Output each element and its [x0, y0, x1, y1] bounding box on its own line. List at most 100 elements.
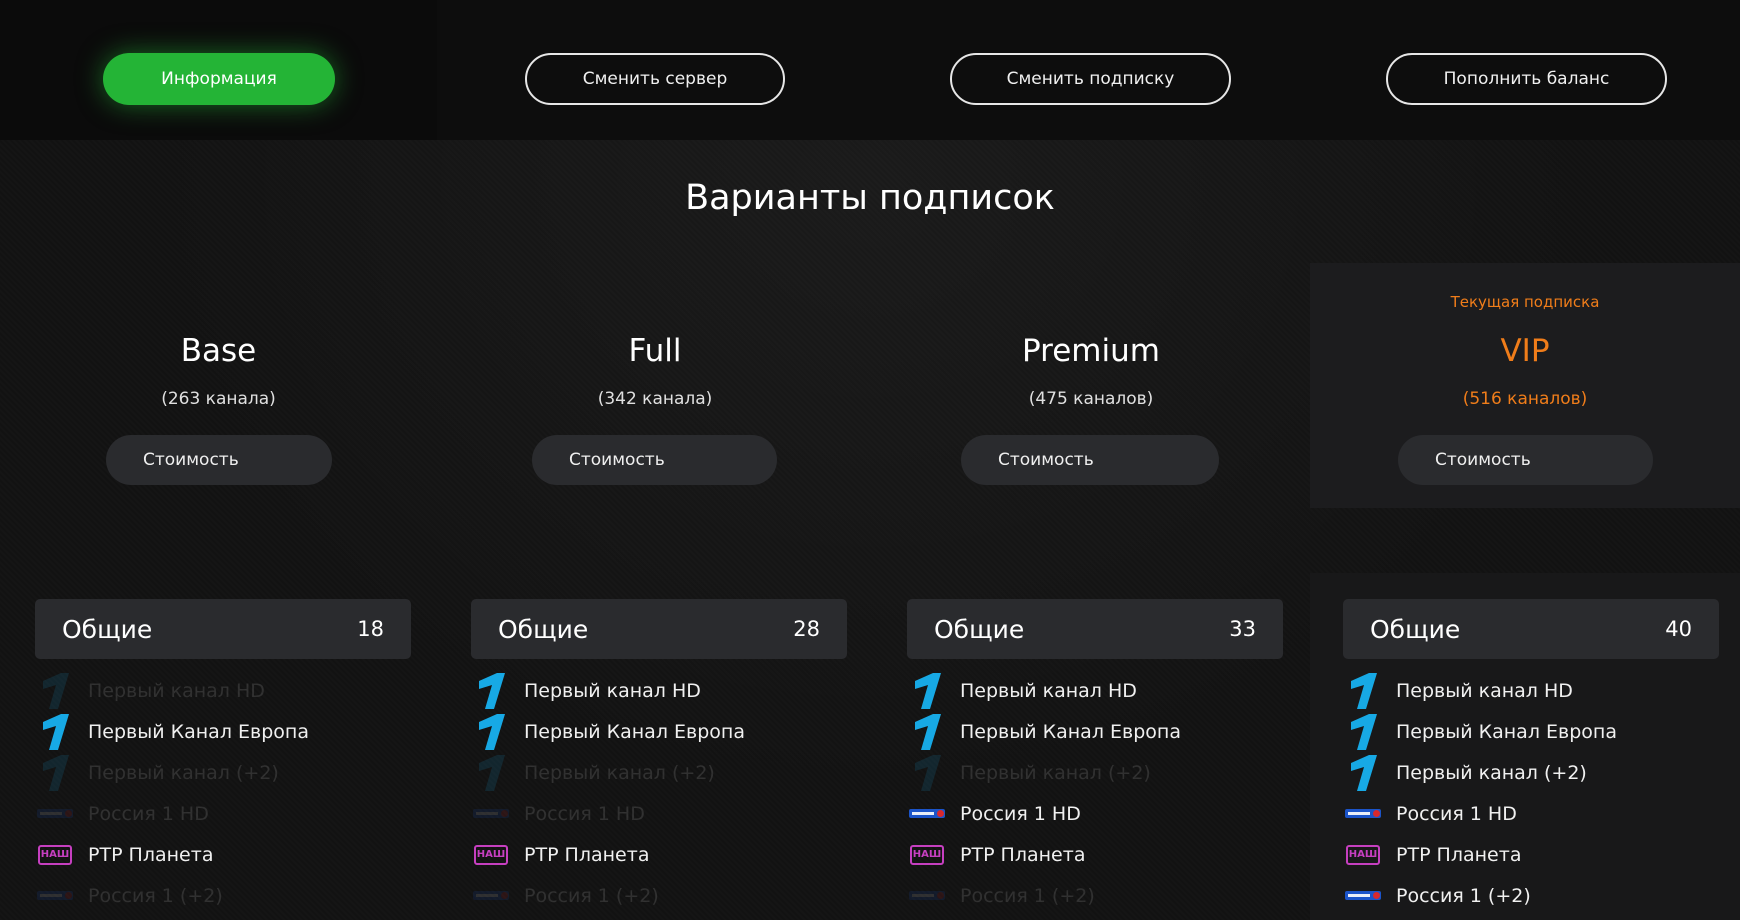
- perviy-kanal-logo-icon: [471, 754, 511, 791]
- russia-logo-icon: [35, 881, 75, 911]
- channel-name: Первый канал HD: [88, 679, 265, 702]
- channel-name: Россия 1 HD: [524, 802, 645, 825]
- russia-logo-icon: [471, 799, 511, 829]
- channel-item: Россия 1 HD: [907, 793, 1181, 834]
- top-navigation: Информация Сменить сервер Сменить подпис…: [0, 0, 1740, 140]
- russia-logo-icon: [471, 881, 511, 911]
- channel-name: Первый канал HD: [524, 679, 701, 702]
- perviy-kanal-logo-icon: [1343, 713, 1383, 750]
- top-up-balance-button[interactable]: Пополнить баланс: [1386, 53, 1667, 105]
- category-count: 28: [793, 617, 820, 641]
- category-title: Общие: [498, 614, 589, 644]
- category-count: 18: [357, 617, 384, 641]
- plan-channel-count: (342 канала): [597, 389, 713, 409]
- channel-name: Россия 1 HD: [960, 802, 1081, 825]
- channel-item: Первый Канал Европа: [1343, 711, 1617, 752]
- channel-item: Первый канал (+2): [35, 752, 309, 793]
- channel-name: Первый Канал Европа: [1396, 720, 1617, 743]
- channel-name: Первый канал (+2): [524, 761, 715, 784]
- channel-name: Россия 1 HD: [88, 802, 209, 825]
- channel-item: Россия 1 HD: [471, 793, 745, 834]
- russia-logo-icon: [1343, 799, 1383, 829]
- channel-item: НАШ РТР Планета: [1343, 834, 1617, 875]
- plan-name: Base: [180, 333, 257, 369]
- channel-item: Россия 1 (+2): [35, 875, 309, 916]
- change-subscription-button[interactable]: Сменить подписку: [950, 53, 1231, 105]
- info-button[interactable]: Информация: [103, 53, 335, 105]
- price-button[interactable]: Стоимость: [106, 435, 332, 485]
- channel-name: Первый канал (+2): [1396, 761, 1587, 784]
- channel-name: Первый канал (+2): [88, 761, 279, 784]
- channel-item: Первый канал HD: [35, 670, 309, 711]
- nash-logo-icon: НАШ: [471, 840, 511, 870]
- channel-item: Первый Канал Европа: [907, 711, 1181, 752]
- current-subscription-label: Текущая подписка: [1450, 293, 1600, 311]
- russia-logo-icon: [907, 799, 947, 829]
- category-title: Общие: [62, 614, 153, 644]
- channel-name: РТР Планета: [88, 843, 214, 866]
- plan-name: Full: [628, 333, 682, 369]
- perviy-kanal-logo-icon: [1343, 672, 1383, 709]
- nash-logo-icon: НАШ: [1343, 840, 1383, 870]
- category-header-premium[interactable]: Общие 33: [907, 599, 1283, 659]
- channel-name: Россия 1 HD: [1396, 802, 1517, 825]
- channel-list-full: Первый канал HD Первый Канал Европа Перв…: [471, 670, 745, 916]
- change-server-button[interactable]: Сменить сервер: [525, 53, 785, 105]
- channel-item: Первый канал HD: [471, 670, 745, 711]
- plan-name: Premium: [1022, 333, 1160, 369]
- channel-item: Первый канал HD: [1343, 670, 1617, 711]
- channel-item: Россия 1 (+2): [1343, 875, 1617, 916]
- channel-item: НАШ РТР Планета: [907, 834, 1181, 875]
- channel-item: Первый канал (+2): [1343, 752, 1617, 793]
- plan-channel-count: (516 каналов): [1462, 389, 1588, 409]
- channel-name: Россия 1 (+2): [1396, 884, 1531, 907]
- perviy-kanal-logo-icon: [35, 713, 75, 750]
- channel-name: Первый Канал Европа: [88, 720, 309, 743]
- perviy-kanal-logo-icon: [471, 713, 511, 750]
- channel-item: Россия 1 HD: [1343, 793, 1617, 834]
- channel-item: Первый канал (+2): [907, 752, 1181, 793]
- plan-channel-count: (475 каналов): [1028, 389, 1154, 409]
- plan-channel-count: (263 канала): [161, 389, 276, 409]
- russia-logo-icon: [35, 799, 75, 829]
- channel-name: РТР Планета: [960, 843, 1086, 866]
- nash-logo-icon: НАШ: [907, 840, 947, 870]
- price-button[interactable]: Стоимость: [1398, 435, 1653, 485]
- channel-name: Россия 1 (+2): [524, 884, 659, 907]
- perviy-kanal-logo-icon: [471, 672, 511, 709]
- nash-logo-icon: НАШ: [35, 840, 75, 870]
- category-title: Общие: [934, 614, 1025, 644]
- channel-name: Первый канал HD: [960, 679, 1137, 702]
- category-header-base[interactable]: Общие 18: [35, 599, 411, 659]
- channel-name: Первый Канал Европа: [524, 720, 745, 743]
- channel-item: Россия 1 (+2): [471, 875, 745, 916]
- channel-name: Первый Канал Европа: [960, 720, 1181, 743]
- channel-item: Первый Канал Европа: [471, 711, 745, 752]
- channel-name: Россия 1 (+2): [960, 884, 1095, 907]
- price-button[interactable]: Стоимость: [532, 435, 777, 485]
- channel-name: Первый канал HD: [1396, 679, 1573, 702]
- perviy-kanal-logo-icon: [907, 713, 947, 750]
- perviy-kanal-logo-icon: [907, 754, 947, 791]
- category-header-vip[interactable]: Общие 40: [1343, 599, 1719, 659]
- price-button[interactable]: Стоимость: [961, 435, 1219, 485]
- channel-item: НАШ РТР Планета: [35, 834, 309, 875]
- russia-logo-icon: [907, 881, 947, 911]
- category-title: Общие: [1370, 614, 1461, 644]
- perviy-kanal-logo-icon: [35, 672, 75, 709]
- channel-list-vip: Первый канал HD Первый Канал Европа Перв…: [1343, 670, 1617, 916]
- channel-item: НАШ РТР Планета: [471, 834, 745, 875]
- channel-name: РТР Планета: [524, 843, 650, 866]
- channel-item: Первый Канал Европа: [35, 711, 309, 752]
- category-count: 33: [1229, 617, 1256, 641]
- perviy-kanal-logo-icon: [907, 672, 947, 709]
- channel-name: Россия 1 (+2): [88, 884, 223, 907]
- perviy-kanal-logo-icon: [35, 754, 75, 791]
- channel-item: Россия 1 HD: [35, 793, 309, 834]
- category-count: 40: [1665, 617, 1692, 641]
- channel-name: Первый канал (+2): [960, 761, 1151, 784]
- channel-name: РТР Планета: [1396, 843, 1522, 866]
- channel-item: Россия 1 (+2): [907, 875, 1181, 916]
- channel-list-base: Первый канал HD Первый Канал Европа Перв…: [35, 670, 309, 916]
- category-header-full[interactable]: Общие 28: [471, 599, 847, 659]
